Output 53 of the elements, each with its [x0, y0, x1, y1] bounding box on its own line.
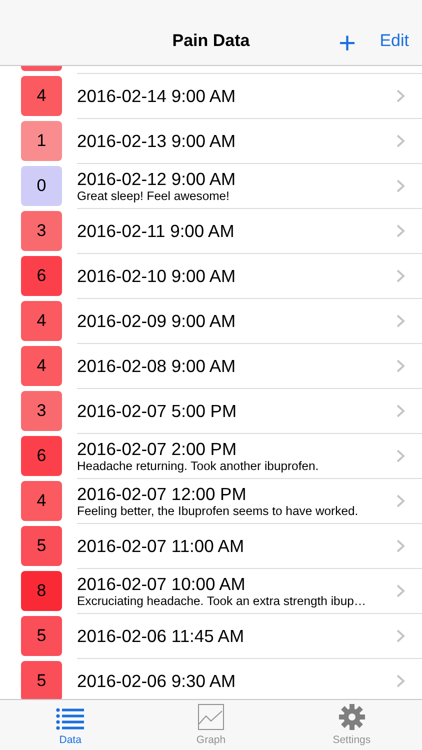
- pain-level-badge: 4: [21, 300, 62, 340]
- entry-date[interactable]: 2016-02-12 9:00 AM: [77, 168, 236, 189]
- chevron-icon: [396, 269, 405, 283]
- chevron-icon: [396, 89, 405, 103]
- entry-date[interactable]: 2016-02-14 9:00 AM: [77, 86, 236, 106]
- entry-date[interactable]: 2016-02-07 11:00 AM: [77, 536, 244, 556]
- entry-note: Excruciating headache. Took an extra strength ibup…: [77, 594, 366, 608]
- entry-date[interactable]: 2016-02-07 5:00 PM: [77, 400, 237, 422]
- entry-date[interactable]: 2016-02-10 9:00 AM: [77, 266, 236, 286]
- entry-date[interactable]: 2016-02-09 9:00 AM: [77, 310, 236, 332]
- chevron-icon: [396, 629, 405, 643]
- pain-level-badge: 5: [21, 660, 62, 699]
- chart-icon: [198, 704, 224, 730]
- settings-icon: [338, 704, 365, 730]
- pain-level-badge: 4: [21, 76, 62, 116]
- entry-date[interactable]: 2016-02-07 2:00 PM: [77, 438, 237, 459]
- entry-date[interactable]: 2016-02-11 9:00 AM: [77, 220, 234, 242]
- pain-level-badge: 6: [21, 256, 62, 296]
- chevron-icon: [396, 539, 405, 553]
- nav-title: Pain Data: [172, 30, 250, 52]
- chevron-icon: [396, 404, 405, 418]
- chevron-icon: [396, 494, 405, 508]
- chevron-icon: [396, 224, 405, 238]
- add-button[interactable]: +: [336, 29, 358, 59]
- pain-level-badge: 3: [21, 210, 62, 250]
- pain-level-badge: 6: [21, 436, 62, 476]
- chevron-icon: [396, 674, 405, 688]
- entry-date[interactable]: 2016-02-07 10:00 AM: [77, 574, 246, 594]
- entry-note: Great sleep! Feel awesome!: [77, 188, 230, 204]
- entry-note: Headache returning. Took another ibuprofen.: [77, 458, 319, 474]
- edit-button[interactable]: Edit: [380, 28, 409, 53]
- chevron-icon: [396, 449, 405, 463]
- pain-level-badge: 5: [21, 526, 62, 566]
- chevron-icon: [396, 179, 405, 193]
- entry-date[interactable]: 2016-02-07 12:00 PM: [77, 484, 246, 504]
- pain-level-badge: 4: [21, 346, 62, 386]
- entry-date[interactable]: 2016-02-08 9:00 AM: [77, 356, 236, 376]
- entry-date[interactable]: 2016-02-06 11:45 AM: [77, 626, 244, 646]
- list-icon: [56, 708, 84, 730]
- entry-date[interactable]: 2016-02-13 9:00 AM: [77, 130, 236, 152]
- chevron-icon: [396, 584, 405, 598]
- chevron-icon: [396, 314, 405, 328]
- pain-level-badge: 5: [21, 616, 62, 656]
- pain-level-badge: 0: [21, 166, 62, 206]
- pain-level-badge: 8: [21, 570, 62, 610]
- tab-button[interactable]: Data: [0, 700, 141, 750]
- entry-date[interactable]: 2016-02-06 9:30 AM: [77, 670, 236, 692]
- entry-note: Feeling better, the Ibuprofen seems to have worked.: [77, 504, 358, 518]
- chevron-icon: [396, 134, 405, 148]
- pain-level-badge: 4: [21, 480, 62, 520]
- pain-level-badge: 3: [21, 390, 62, 430]
- pain-level-badge: 1: [21, 120, 62, 160]
- chevron-icon: [396, 359, 405, 373]
